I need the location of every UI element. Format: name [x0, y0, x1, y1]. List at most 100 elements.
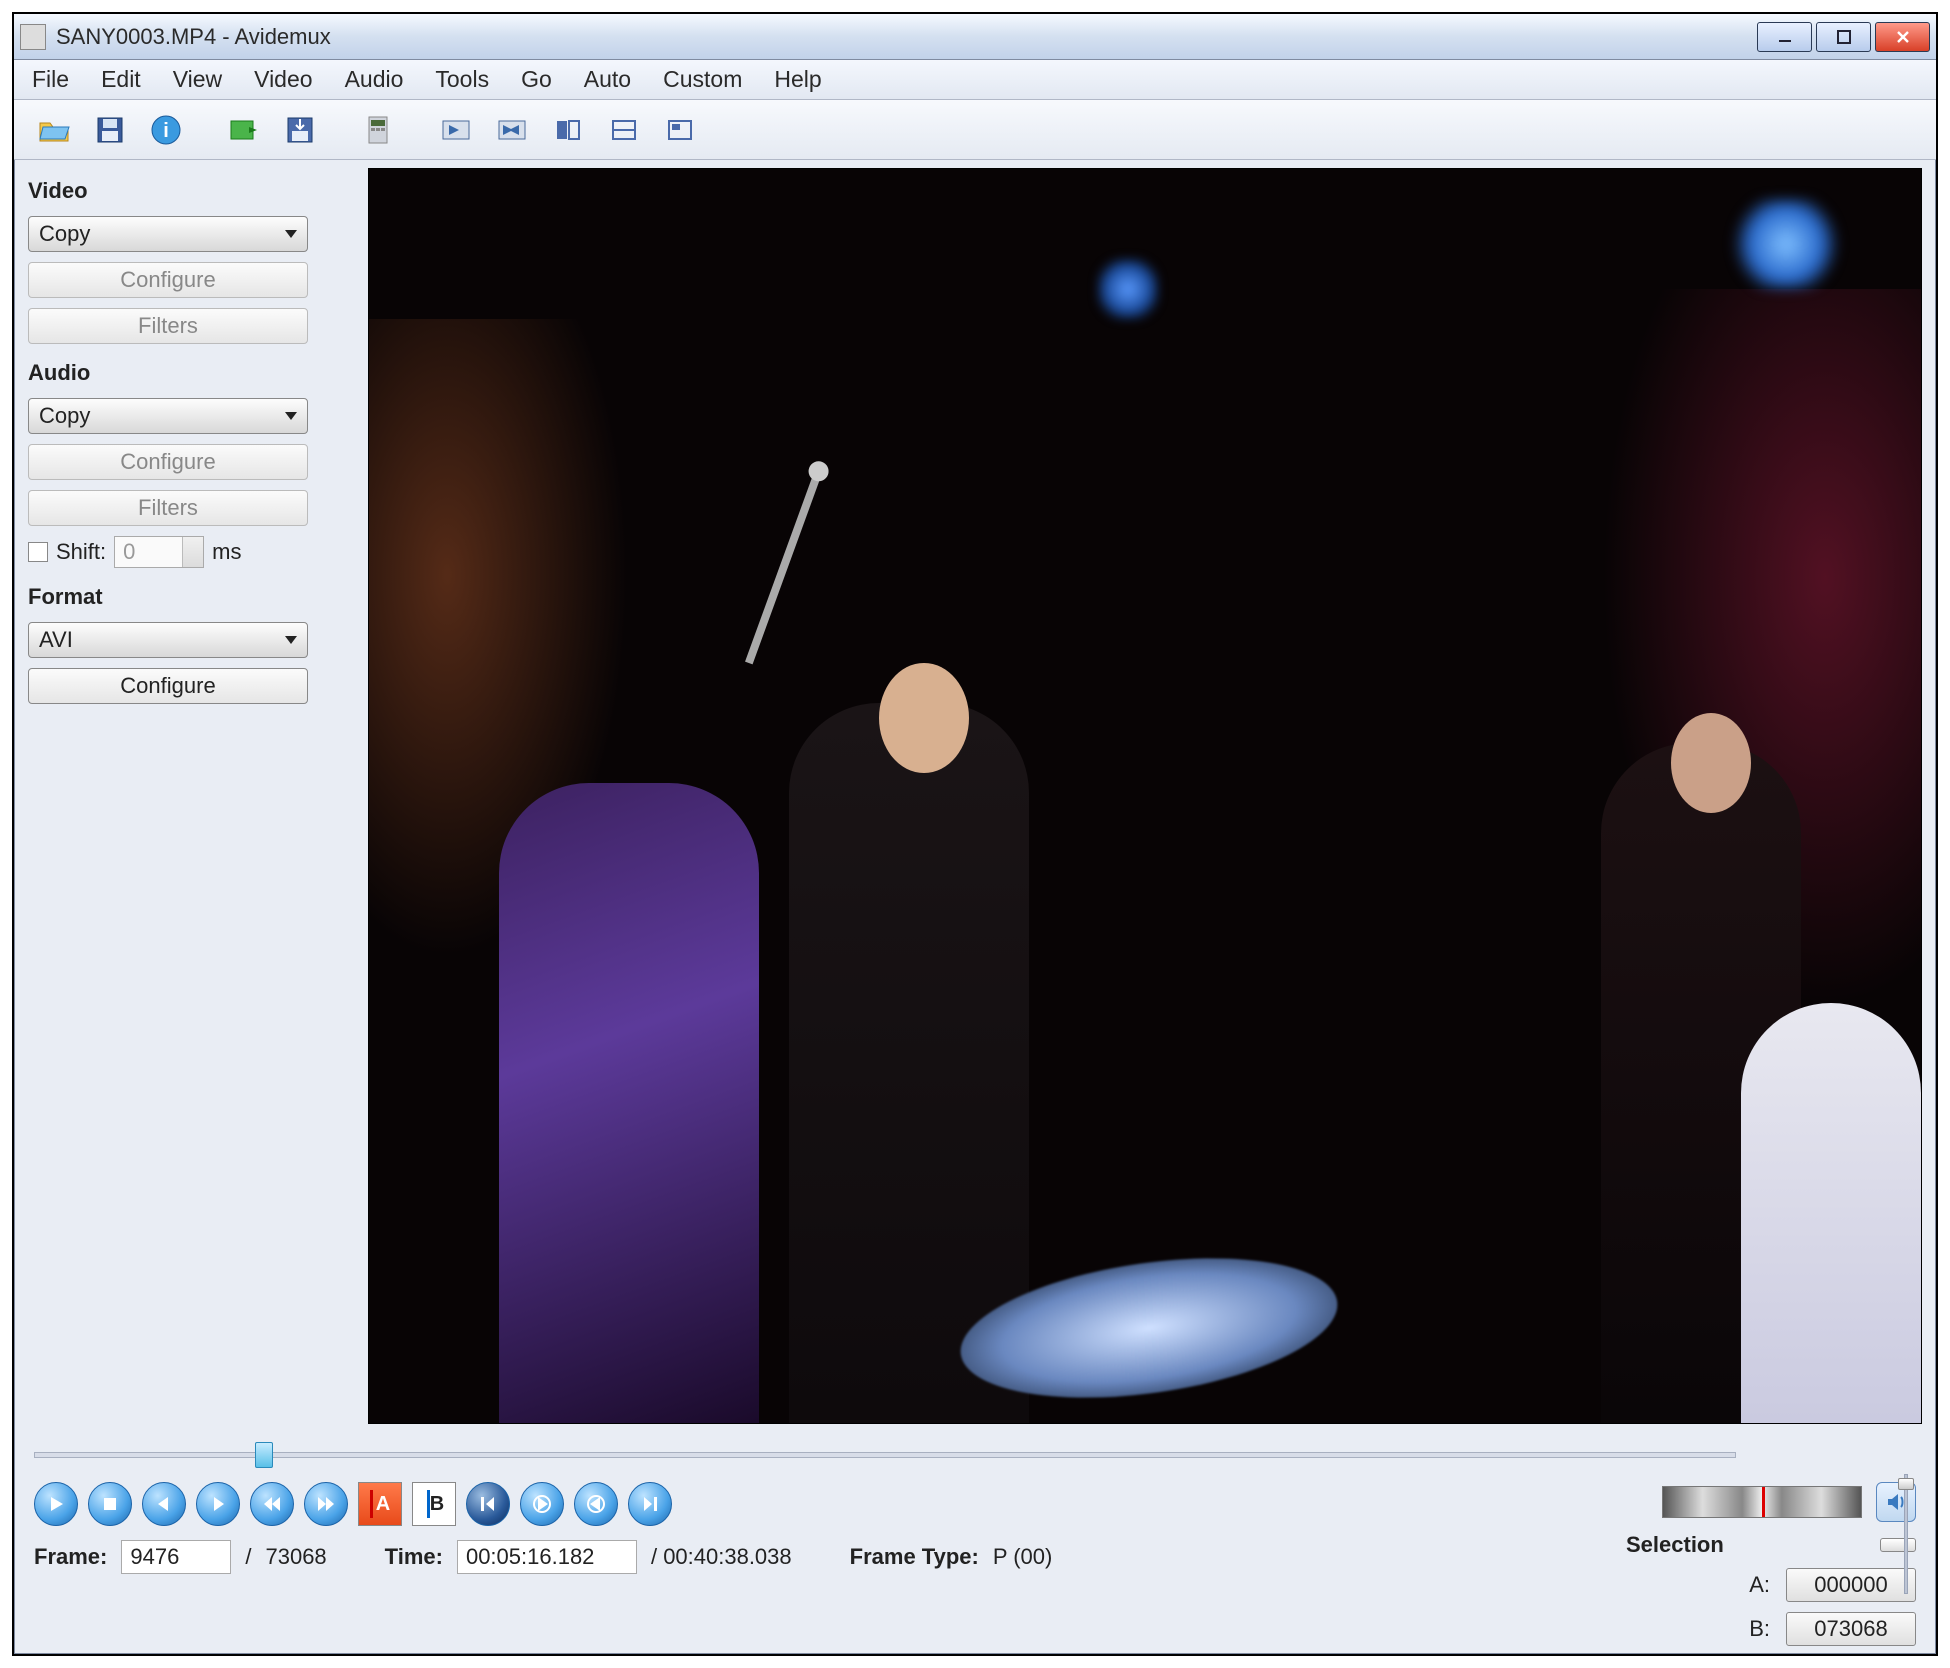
stop-icon — [100, 1494, 120, 1514]
audio-filters-button[interactable]: Filters — [28, 490, 308, 526]
menu-audio[interactable]: Audio — [343, 62, 406, 97]
toolbar-crop-left-button[interactable] — [544, 106, 592, 154]
maximize-button[interactable] — [1816, 22, 1871, 52]
app-window: SANY0003.MP4 - Avidemux File Edit View V… — [12, 12, 1938, 1656]
video-codec-value: Copy — [39, 221, 90, 247]
toolbar-save-video-button[interactable] — [276, 106, 324, 154]
chevron-down-icon — [285, 636, 297, 644]
toolbar-info-button[interactable]: i — [142, 106, 190, 154]
volume-slider[interactable] — [1898, 1474, 1914, 1594]
append-video-icon — [227, 113, 261, 147]
video-section-heading: Video — [28, 178, 358, 204]
toolbar-append-button[interactable] — [220, 106, 268, 154]
menu-file[interactable]: File — [30, 62, 71, 97]
status-row: Frame: 9476 / 73068 Time: 00:05:16.182 /… — [34, 1540, 1586, 1574]
audio-codec-dropdown[interactable]: Copy — [28, 398, 308, 434]
format-section-heading: Format — [28, 584, 358, 610]
goto-start-icon — [532, 1494, 552, 1514]
frame-sep: / — [245, 1544, 251, 1570]
timeline-track — [34, 1452, 1736, 1458]
audio-shift-checkbox[interactable] — [28, 542, 48, 562]
skip-back-icon — [478, 1494, 498, 1514]
menu-help[interactable]: Help — [772, 62, 823, 97]
frame-current-input[interactable]: 9476 — [121, 1540, 231, 1574]
frame-label: Frame: — [34, 1544, 107, 1570]
window-controls — [1757, 22, 1930, 52]
goto-end-icon — [586, 1494, 606, 1514]
menu-edit[interactable]: Edit — [99, 62, 143, 97]
set-marker-b-button[interactable]: B — [412, 1482, 456, 1526]
maximize-icon — [1835, 28, 1853, 46]
menu-video[interactable]: Video — [252, 62, 314, 97]
toolbar: i — [14, 100, 1936, 160]
frame-total: 73068 — [265, 1544, 326, 1570]
toolbar-save-button[interactable] — [86, 106, 134, 154]
audio-section-heading: Audio — [28, 360, 358, 386]
menubar: File Edit View Video Audio Tools Go Auto… — [14, 60, 1936, 100]
audio-codec-value: Copy — [39, 403, 90, 429]
play-icon — [46, 1494, 66, 1514]
audio-shift-spinner[interactable]: 0 — [114, 536, 204, 568]
toolbar-crop-right-button[interactable] — [600, 106, 648, 154]
minimize-button[interactable] — [1757, 22, 1812, 52]
sidebar: Video Copy Configure Filters Audio Copy … — [28, 168, 358, 1424]
format-value: AVI — [39, 627, 73, 653]
selection-a-label: A: — [1746, 1572, 1770, 1598]
audio-configure-button[interactable]: Configure — [28, 444, 308, 480]
minimize-icon — [1776, 28, 1794, 46]
lower-panel: A B Frame: 9476 / 73068 Time: 00:05:16.1… — [14, 1476, 1936, 1654]
next-black-frame-button[interactable] — [628, 1482, 672, 1526]
mark-in-icon — [439, 113, 473, 147]
preview-window-icon — [663, 113, 697, 147]
timeline-thumb[interactable] — [255, 1442, 273, 1468]
set-marker-a-button[interactable]: A — [358, 1482, 402, 1526]
jog-wheel[interactable] — [1662, 1486, 1862, 1518]
frametype-value: P (00) — [993, 1544, 1053, 1570]
prev-frame-button[interactable] — [142, 1482, 186, 1526]
video-filters-button[interactable]: Filters — [28, 308, 308, 344]
mark-out-icon — [495, 113, 529, 147]
timeline-slider[interactable] — [34, 1440, 1736, 1470]
selection-b-value[interactable]: 073068 — [1786, 1612, 1916, 1646]
toolbar-mark-out-button[interactable] — [488, 106, 536, 154]
next-frame-button[interactable] — [196, 1482, 240, 1526]
play-button[interactable] — [34, 1482, 78, 1526]
selection-heading: Selection — [1626, 1532, 1724, 1558]
time-label: Time: — [385, 1544, 443, 1570]
menu-tools[interactable]: Tools — [433, 62, 491, 97]
step-forward-icon — [208, 1494, 228, 1514]
format-configure-button[interactable]: Configure — [28, 668, 308, 704]
crop-left-icon — [551, 113, 585, 147]
goto-end-button[interactable] — [574, 1482, 618, 1526]
menu-go[interactable]: Go — [519, 62, 554, 97]
menu-auto[interactable]: Auto — [582, 62, 633, 97]
toolbar-mark-in-button[interactable] — [432, 106, 480, 154]
toolbar-preview-button[interactable] — [656, 106, 704, 154]
video-preview[interactable] — [368, 168, 1922, 1424]
chevron-down-icon — [285, 230, 297, 238]
stop-button[interactable] — [88, 1482, 132, 1526]
prev-black-frame-button[interactable] — [466, 1482, 510, 1526]
crop-right-icon — [607, 113, 641, 147]
audio-shift-row: Shift: 0 ms — [28, 536, 358, 568]
time-total: / 00:40:38.038 — [651, 1544, 792, 1570]
selection-b-label: B: — [1746, 1616, 1770, 1642]
next-keyframe-button[interactable] — [304, 1482, 348, 1526]
menu-custom[interactable]: Custom — [661, 62, 744, 97]
selection-a-value[interactable]: 000000 — [1786, 1568, 1916, 1602]
close-icon — [1894, 28, 1912, 46]
frametype-label: Frame Type: — [850, 1544, 979, 1570]
toolbar-open-button[interactable] — [30, 106, 78, 154]
prev-keyframe-button[interactable] — [250, 1482, 294, 1526]
toolbar-calculator-button[interactable] — [354, 106, 402, 154]
close-button[interactable] — [1875, 22, 1930, 52]
goto-start-button[interactable] — [520, 1482, 564, 1526]
audio-shift-label: Shift: — [56, 539, 106, 565]
video-configure-button[interactable]: Configure — [28, 262, 308, 298]
video-codec-dropdown[interactable]: Copy — [28, 216, 308, 252]
fast-forward-icon — [316, 1494, 336, 1514]
format-dropdown[interactable]: AVI — [28, 622, 308, 658]
menu-view[interactable]: View — [171, 62, 224, 97]
time-current-input[interactable]: 00:05:16.182 — [457, 1540, 637, 1574]
titlebar-text: SANY0003.MP4 - Avidemux — [56, 24, 1757, 50]
